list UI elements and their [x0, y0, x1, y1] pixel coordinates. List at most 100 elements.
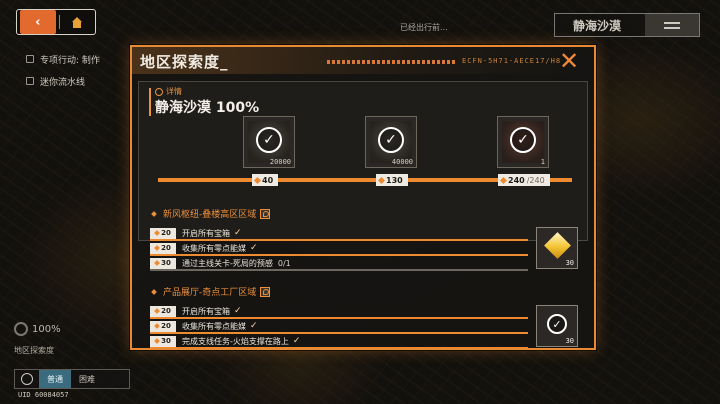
- check-icon: ✓: [256, 127, 282, 153]
- side-task-item[interactable]: 专项行动: 制作: [26, 48, 100, 70]
- task-underline: [150, 269, 528, 271]
- search-icon[interactable]: [21, 373, 33, 385]
- task-label: 收集所有零点能媒: [182, 321, 246, 331]
- section-title: 新风枢纽-叠楼高区区域: [163, 210, 257, 220]
- task-label: 收集所有零点能媒: [182, 243, 246, 253]
- diamond-icon: [154, 308, 160, 314]
- task-underline: [150, 347, 528, 348]
- reward-qty: 1: [540, 158, 545, 166]
- task-row[interactable]: 30 通过主线关卡-死局的预感 0/1: [150, 257, 528, 271]
- diamond-icon: [253, 176, 262, 184]
- map-pin-icon[interactable]: [260, 286, 271, 297]
- top-hint: 已经出行前...: [400, 23, 448, 32]
- map-pin-icon[interactable]: [260, 208, 271, 219]
- home-icon: [71, 16, 83, 28]
- task-label: 开启所有宝箱: [182, 228, 230, 238]
- points-value: 20: [161, 229, 171, 237]
- header-stripe: [327, 60, 457, 64]
- diamond-icon: [151, 210, 157, 217]
- checkbox-icon: [26, 77, 34, 85]
- task-points: 20: [150, 320, 176, 332]
- task-points: 30: [150, 335, 176, 347]
- diamond-icon: [154, 230, 160, 236]
- reward-qty: 40000: [391, 158, 413, 166]
- menu-icon[interactable]: [645, 14, 699, 36]
- milestone-marker: 40: [252, 174, 279, 186]
- points-value: 20: [161, 322, 171, 330]
- milestone-marker: 130: [376, 174, 408, 186]
- exploration-label: 地区探索度: [14, 346, 54, 355]
- diamond-icon: [377, 176, 386, 184]
- diamond-icon: [154, 338, 160, 344]
- close-icon[interactable]: ✕: [558, 49, 580, 73]
- milestone-value: 130: [386, 175, 403, 185]
- task-progress: 0/1: [277, 258, 291, 268]
- check-icon: ✓: [510, 127, 536, 153]
- task-row: 30 完成支线任务-火焰支撑在路上 ✓: [150, 335, 528, 348]
- check-icon: ✓: [250, 243, 258, 253]
- region-progress-title: 静海沙漠 100%: [155, 100, 260, 116]
- reward-qty: 30: [565, 259, 574, 267]
- exploration-percent: 100%: [32, 323, 61, 335]
- check-icon: ✓: [292, 336, 301, 346]
- task-row: 20 收集所有零点能媒 ✓: [150, 242, 528, 256]
- diamond-icon: [154, 245, 160, 251]
- task-points: 30: [150, 257, 176, 269]
- side-task-label: 迷你流水线: [40, 77, 86, 88]
- task-points: 20: [150, 227, 176, 239]
- chevron-left-icon[interactable]: ‹: [20, 10, 56, 34]
- home-button[interactable]: [60, 10, 96, 34]
- region-tag-label: 静海沙漠: [573, 18, 622, 33]
- side-task-item[interactable]: 迷你流水线: [26, 70, 100, 92]
- dialog-code: ECFN-5H71-AECE17/H8: [462, 57, 562, 65]
- side-task-label: 专项行动: 制作: [40, 55, 100, 66]
- check-icon: ✓: [234, 228, 242, 238]
- gem-icon: [544, 232, 571, 259]
- progress-total: /240: [526, 175, 545, 185]
- detail-accent-bar: [149, 88, 151, 116]
- user-id: UID 60084057: [18, 391, 69, 399]
- exploration-dialog: 地区探索度_ ECFN-5H71-AECE17/H8 ✕ 详情 静海沙漠 100…: [130, 45, 596, 350]
- region-tag: 静海沙漠: [554, 13, 700, 37]
- detail-tag[interactable]: 详情: [155, 86, 182, 97]
- diamond-icon: [499, 176, 508, 184]
- detail-tag-label: 详情: [166, 87, 182, 96]
- section-reward[interactable]: ✓ 30: [536, 305, 578, 347]
- checkbox-icon: [26, 55, 34, 63]
- top-nav: ‹: [16, 9, 96, 35]
- tab-hard[interactable]: 困难: [71, 370, 103, 388]
- task-points: 20: [150, 305, 176, 317]
- section-reward[interactable]: 30: [536, 227, 578, 269]
- task-row: 20 收集所有零点能媒 ✓: [150, 320, 528, 334]
- section-header: 新风枢纽-叠楼高区区域: [151, 207, 271, 220]
- task-underline: [150, 254, 528, 256]
- task-label: 完成支线任务-火焰支撑在路上: [182, 336, 289, 346]
- reward-slot[interactable]: ✓ 40000: [365, 116, 417, 168]
- diamond-icon: [154, 323, 160, 329]
- section-title: 产品展厅-奇点工厂区域: [163, 288, 257, 298]
- side-task-list: 专项行动: 制作 迷你流水线: [26, 48, 100, 92]
- difficulty-tabs: 普通 困难: [14, 369, 130, 389]
- task-row: 20 开启所有宝箱 ✓: [150, 227, 528, 241]
- check-icon: ✓: [250, 321, 258, 331]
- task-underline: [150, 239, 528, 241]
- task-underline: [150, 332, 528, 334]
- tab-normal[interactable]: 普通: [39, 370, 71, 388]
- reward-qty: 20000: [269, 158, 291, 166]
- reward-slot[interactable]: ✓ 1: [497, 116, 549, 168]
- points-value: 30: [161, 259, 171, 267]
- points-value: 30: [161, 337, 171, 345]
- check-icon: ✓: [234, 306, 242, 316]
- exploration-summary: 100%: [14, 322, 61, 336]
- reward-slot[interactable]: ✓ 20000: [243, 116, 295, 168]
- gear-icon: [155, 87, 163, 96]
- check-icon: ✓: [547, 314, 567, 334]
- section-header: 产品展厅-奇点工厂区域: [151, 285, 271, 298]
- wrench-icon: [14, 322, 28, 336]
- points-value: 20: [161, 244, 171, 252]
- points-value: 20: [161, 307, 171, 315]
- task-underline: [150, 317, 528, 319]
- task-row: 20 开启所有宝箱 ✓: [150, 305, 528, 319]
- milestone-value: 40: [262, 175, 274, 185]
- diamond-icon: [151, 288, 157, 295]
